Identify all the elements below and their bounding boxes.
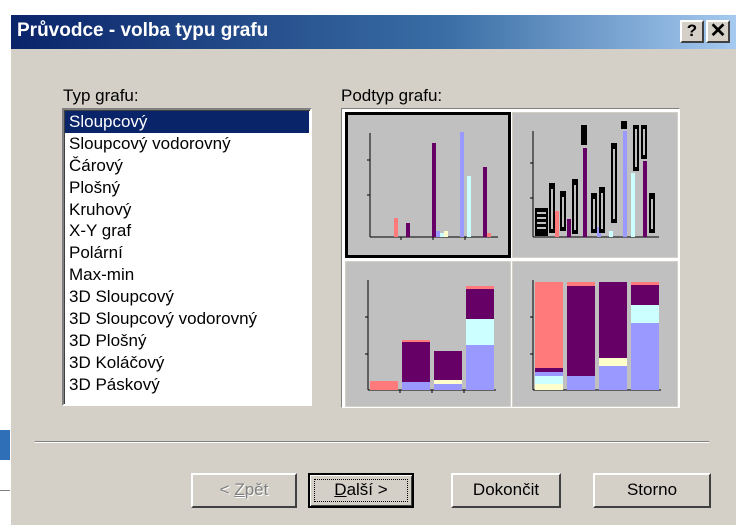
help-button[interactable]: ?: [680, 20, 704, 43]
chart-type-list[interactable]: Sloupcový Sloupcový vodorovný Čárový Plošný…: [62, 108, 312, 406]
finish-button[interactable]: Dokončit: [451, 473, 561, 508]
chart-type-item[interactable]: 3D Koláčový: [65, 352, 309, 374]
separator-line: [35, 441, 709, 443]
chart-type-item[interactable]: 3D Sloupcový vodorovný: [65, 308, 309, 330]
back-button[interactable]: < Zpět: [191, 473, 297, 508]
next-button[interactable]: Další >: [308, 473, 414, 508]
cancel-button[interactable]: Storno: [593, 473, 711, 508]
chart-subtype-panel: [341, 108, 680, 408]
chart-type-item[interactable]: X-Y graf: [65, 220, 309, 242]
chart-type-item[interactable]: 3D Plošný: [65, 330, 309, 352]
chart-type-label: Typ grafu:: [63, 86, 139, 105]
chart-type-item[interactable]: Polární: [65, 242, 309, 264]
chart-type-item[interactable]: 3D Páskový: [65, 374, 309, 396]
chart-subtype-label: Podtyp grafu:: [341, 86, 443, 105]
close-icon: ✕: [709, 20, 727, 42]
subtype-labeled-column[interactable]: [512, 112, 678, 258]
help-icon: ?: [686, 21, 698, 40]
desktop-element: [0, 430, 10, 460]
chart-type-item[interactable]: 3D Sloupcový: [65, 286, 309, 308]
chart-type-item[interactable]: Max-min: [65, 264, 309, 286]
labeled-column-preview: [530, 121, 659, 238]
title-bar[interactable]: Průvodce - volba typu grafu ? ✕: [11, 15, 736, 49]
desktop-background: [0, 0, 10, 525]
chart-type-item[interactable]: Sloupcový vodorovný: [65, 133, 309, 155]
stacked-column-preview: [365, 280, 496, 393]
chart-type-item[interactable]: Sloupcový: [65, 111, 309, 133]
desktop-line: [0, 490, 10, 491]
subtype-percent-stacked-column[interactable]: [512, 261, 678, 407]
focus-rectangle: [314, 479, 408, 502]
chart-type-item[interactable]: Plošný: [65, 177, 309, 199]
percent-stacked-column-preview: [530, 280, 661, 391]
subtype-stacked-column[interactable]: [345, 261, 511, 407]
chart-type-item[interactable]: Čárový: [65, 155, 309, 177]
chart-type-item[interactable]: Kruhový: [65, 199, 309, 221]
close-button[interactable]: ✕: [706, 20, 730, 43]
window-title: Průvodce - volba typu grafu: [17, 20, 269, 41]
clustered-column-preview: [367, 132, 498, 240]
chart-wizard-dialog: Průvodce - volba typu grafu ? ✕ Typ graf…: [10, 14, 736, 525]
subtype-clustered-column[interactable]: [345, 112, 511, 258]
